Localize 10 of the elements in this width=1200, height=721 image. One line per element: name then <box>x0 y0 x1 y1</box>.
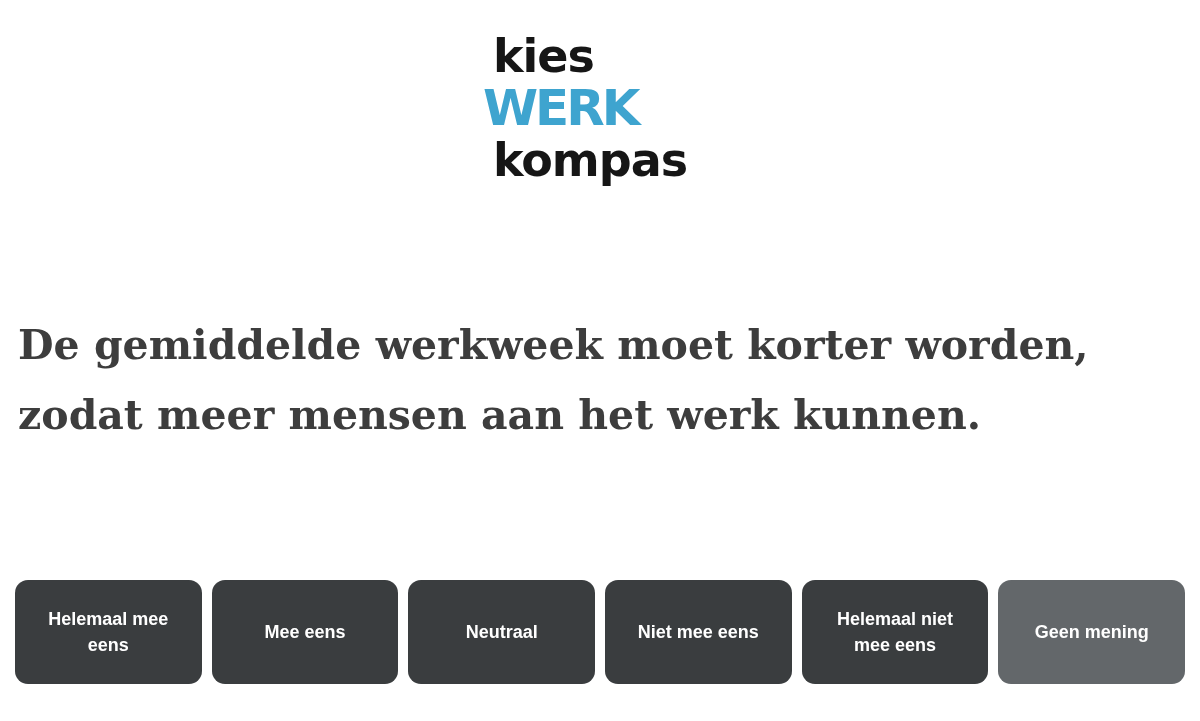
answer-button[interactable]: Neutraal <box>408 580 595 684</box>
answer-button[interactable]: Helemaal mee eens <box>15 580 202 684</box>
answer-button[interactable]: Niet mee eens <box>605 580 792 684</box>
logo-text: WERK <box>482 82 638 134</box>
statement-heading: De gemiddelde werkweek moet korter worden, zodat meer mensen aan het werk kunnen. <box>18 320 1090 441</box>
no-opinion-button[interactable]: Geen mening <box>998 580 1186 684</box>
answer-button[interactable]: Mee eens <box>211 580 399 684</box>
logo-text: kies <box>492 30 594 82</box>
answer-button[interactable]: Helemaal niet mee eens <box>801 580 989 684</box>
logo-text: kompas <box>492 134 688 186</box>
